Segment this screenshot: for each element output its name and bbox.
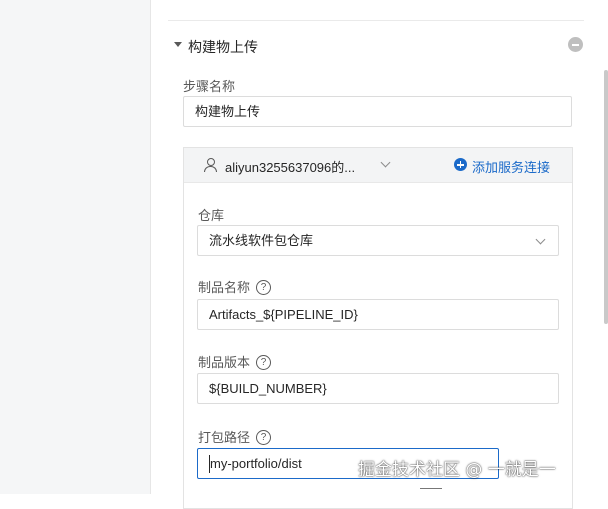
chevron-down-icon[interactable] [535, 234, 546, 245]
add-circle-icon[interactable] [454, 158, 467, 171]
artifact-version-label: 制品版本? [198, 352, 272, 371]
scrollbar[interactable] [604, 70, 608, 324]
help-icon[interactable]: ? [256, 355, 272, 371]
artifact-name-label: 制品名称? [198, 277, 272, 296]
package-path-label-text: 打包路径 [198, 430, 251, 445]
step-name-input[interactable]: 构建物上传 [183, 96, 572, 127]
add-service-connection-link[interactable]: 添加服务连接 [472, 157, 550, 176]
repository-value: 流水线软件包仓库 [209, 233, 314, 248]
service-connection-header: aliyun3255637096的... 添加服务连接 [184, 148, 572, 183]
package-path-value: my-portfolio/dist [210, 456, 302, 471]
artifact-name-input[interactable]: Artifacts_${PIPELINE_ID} [197, 299, 559, 330]
left-panel [0, 0, 151, 494]
package-path-label: 打包路径? [198, 427, 272, 446]
remove-step-icon[interactable] [568, 37, 583, 52]
artifact-version-input[interactable]: ${BUILD_NUMBER} [197, 373, 559, 404]
user-icon [204, 158, 217, 172]
step-name-value: 构建物上传 [195, 104, 261, 119]
section-title: 构建物上传 [188, 39, 258, 55]
help-icon[interactable]: ? [256, 430, 272, 446]
account-select[interactable]: aliyun3255637096的... [225, 157, 355, 176]
chevron-down-icon[interactable] [380, 157, 391, 168]
help-icon[interactable]: ? [256, 280, 272, 296]
text-cursor [209, 455, 210, 473]
artifact-name-value: Artifacts_${PIPELINE_ID} [209, 307, 358, 322]
artifact-name-label-text: 制品名称 [198, 280, 251, 295]
artifact-version-label-text: 制品版本 [198, 355, 251, 370]
artifact-version-value: ${BUILD_NUMBER} [209, 381, 327, 396]
watermark: 掘金技术社区 @ 一就是一 [358, 460, 556, 480]
step-name-label: 步骤名称 [183, 79, 236, 94]
caret-down-icon[interactable] [174, 42, 182, 47]
repository-label: 仓库 [198, 208, 225, 223]
repository-select[interactable]: 流水线软件包仓库 [197, 225, 559, 256]
divider [168, 20, 584, 21]
section-header[interactable]: 构建物上传 [168, 34, 588, 56]
